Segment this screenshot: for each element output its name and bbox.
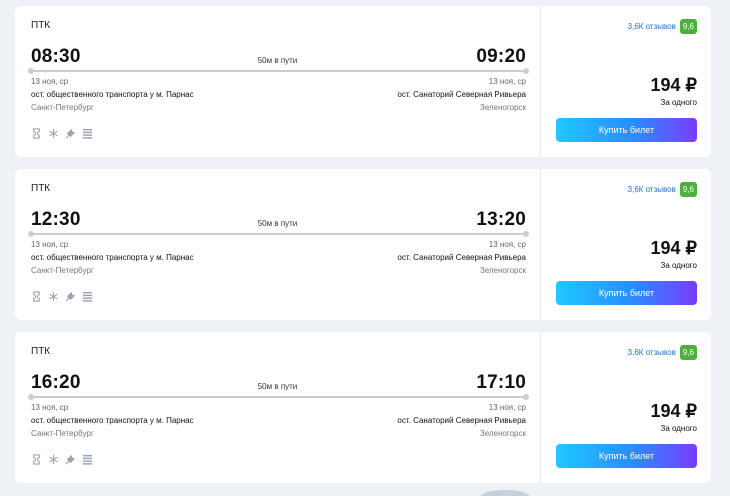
departure-city: Санкт-Петербург [31,103,94,112]
rating-badge: 9,6 [679,19,697,34]
next-card-edge [480,490,530,496]
trip-duration: 50м в пути [257,382,298,391]
arrival-time: 09:20 [476,46,526,67]
departure-stop[interactable]: ост. общественного транспорта у м. Парна… [31,90,194,99]
ticket-price: 194 ₽ [650,75,698,95]
seat-icon [82,291,93,302]
ticket-icon [33,291,40,302]
route-line [28,394,529,400]
snowflake-icon [49,291,58,302]
trip-card[interactable]: ПТК 12:30 50м в пути 13:20 13 ноя, ср 13… [15,169,711,320]
arrival-city: Зеленогорск [479,103,526,112]
route-line [28,231,529,237]
usb-charger-icon [65,128,76,139]
arrival-time: 17:10 [476,372,526,393]
price-note: За одного [660,98,697,107]
amenities [31,454,93,465]
arrival-stop[interactable]: ост. Санаторий Северная Ривьера [397,253,526,262]
buy-ticket-button[interactable]: Купить билет [556,444,697,468]
trip-duration: 50м в пути [257,56,298,65]
trip-details: ПТК 08:30 50м в пути 09:20 13 ноя, ср 13… [15,6,540,157]
departure-city: Санкт-Петербург [31,266,94,275]
ticket-price: 194 ₽ [650,238,698,258]
departure-city: Санкт-Петербург [31,429,94,438]
price-note: За одного [660,424,697,433]
reviews-link[interactable]: 3,6К отзывов [628,22,676,31]
rating-row[interactable]: 3,6К отзывов 9,6 [628,182,697,197]
buy-ticket-button[interactable]: Купить билет [556,118,697,142]
departure-date: 13 ноя, ср [31,77,69,86]
usb-charger-icon [65,454,76,465]
rating-badge: 9,6 [679,182,697,197]
usb-charger-icon [65,291,76,302]
trip-duration: 50м в пути [257,219,298,228]
trip-card[interactable]: ПТК 16:20 50м в пути 17:10 13 ноя, ср 13… [15,332,711,483]
trip-card[interactable]: ПТК 08:30 50м в пути 09:20 13 ноя, ср 13… [15,6,711,157]
arrival-stop[interactable]: ост. Санаторий Северная Ривьера [397,416,526,425]
ticket-price: 194 ₽ [650,401,698,421]
departure-date: 13 ноя, ср [31,240,69,249]
seat-icon [82,454,93,465]
arrival-city: Зеленогорск [479,429,526,438]
departure-stop[interactable]: ост. общественного транспорта у м. Парна… [31,253,194,262]
carrier-name: ПТК [31,346,51,357]
arrival-date: 13 ноя, ср [488,403,526,412]
price-note: За одного [660,261,697,270]
rating-row[interactable]: 3,6К отзывов 9,6 [628,19,697,34]
price-panel: 3,6К отзывов 9,6 194 ₽ За одного Купить … [541,332,711,483]
arrival-date: 13 ноя, ср [488,77,526,86]
arrival-stop[interactable]: ост. Санаторий Северная Ривьера [397,90,526,99]
ticket-icon [33,128,40,139]
carrier-name: ПТК [31,183,51,194]
ticket-icon [33,454,40,465]
trip-details: ПТК 16:20 50м в пути 17:10 13 ноя, ср 13… [15,332,540,483]
arrival-city: Зеленогорск [479,266,526,275]
arrival-date: 13 ноя, ср [488,240,526,249]
snowflake-icon [49,454,58,465]
seat-icon [82,128,93,139]
reviews-link[interactable]: 3,6К отзывов [628,185,676,194]
buy-ticket-button[interactable]: Купить билет [556,281,697,305]
price-panel: 3,6К отзывов 9,6 194 ₽ За одного Купить … [541,6,711,157]
amenities [31,291,93,302]
route-line [28,68,529,74]
carrier-name: ПТК [31,20,51,31]
amenities [31,128,93,139]
departure-date: 13 ноя, ср [31,403,69,412]
arrival-time: 13:20 [476,209,526,230]
departure-stop[interactable]: ост. общественного транспорта у м. Парна… [31,416,194,425]
trip-details: ПТК 12:30 50м в пути 13:20 13 ноя, ср 13… [15,169,540,320]
reviews-link[interactable]: 3,6К отзывов [628,348,676,357]
snowflake-icon [49,128,58,139]
rating-badge: 9,6 [679,345,697,360]
price-panel: 3,6К отзывов 9,6 194 ₽ За одного Купить … [541,169,711,320]
rating-row[interactable]: 3,6К отзывов 9,6 [628,345,697,360]
